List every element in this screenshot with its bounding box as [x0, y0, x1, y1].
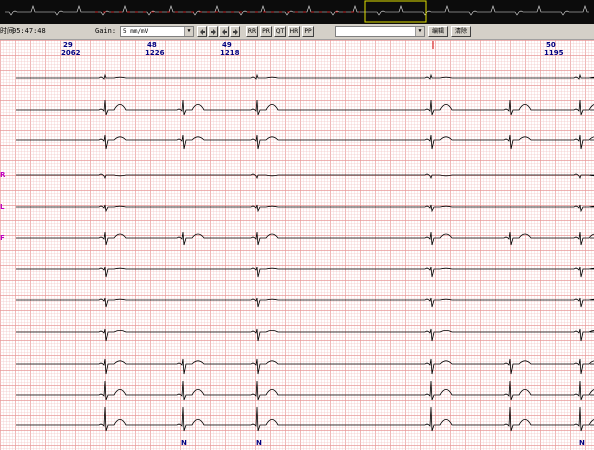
hand-left2-icon[interactable]: [219, 26, 229, 37]
rr-interval-4: 1195: [544, 49, 564, 57]
pr-button[interactable]: PR: [260, 26, 272, 37]
lead-label-r: R: [0, 171, 6, 179]
time-value: 05:47:48: [12, 27, 46, 35]
gain-select[interactable]: 5 mm/mV ▼: [120, 26, 194, 37]
grid-lines: [0, 40, 594, 450]
beat-number-2: 48: [147, 41, 157, 49]
rr-interval-2: 1226: [145, 49, 165, 57]
hand-left-icon[interactable]: [197, 26, 207, 37]
overview-window-selector: [364, 0, 427, 23]
ecg-strip[interactable]: [0, 40, 594, 450]
chevron-down-icon: ▼: [415, 27, 424, 36]
qt-button[interactable]: QT: [274, 26, 286, 37]
beat-number-4: 50: [546, 41, 556, 49]
chevron-down-icon: ▼: [184, 27, 193, 36]
overview-trace: [5, 0, 589, 23]
edit-button[interactable]: 编辑: [428, 26, 448, 37]
beat-label-3: N: [579, 439, 585, 447]
overview-waveform: [5, 5, 589, 16]
ecg-grid: [0, 40, 594, 450]
toolbar: 时间 05:47:48 Gain: 5 mm/mV ▼ RR PR QT HR …: [0, 24, 594, 40]
beat-label-2: N: [256, 439, 262, 447]
hr-button[interactable]: HR: [288, 26, 300, 37]
beat-number-1: 29: [63, 41, 73, 49]
rr-interval-3: 1218: [220, 49, 240, 57]
gain-label: Gain:: [95, 27, 117, 35]
pp-button[interactable]: PP: [302, 26, 314, 37]
clear-button[interactable]: 清除: [451, 26, 471, 37]
lead-label-f: F: [0, 234, 5, 242]
rhythm-overview-strip[interactable]: [0, 0, 594, 24]
comment-select[interactable]: ▼: [335, 26, 425, 37]
gain-select-value: 5 mm/mV: [123, 28, 149, 35]
beat-number-3: 49: [222, 41, 232, 49]
hand-right-icon[interactable]: [208, 26, 218, 37]
rr-interval-1: 2062: [61, 49, 81, 57]
lead-label-l: L: [0, 203, 5, 211]
hand-right2-icon[interactable]: [230, 26, 240, 37]
beat-label-1: N: [181, 439, 187, 447]
rr-button[interactable]: RR: [246, 26, 258, 37]
